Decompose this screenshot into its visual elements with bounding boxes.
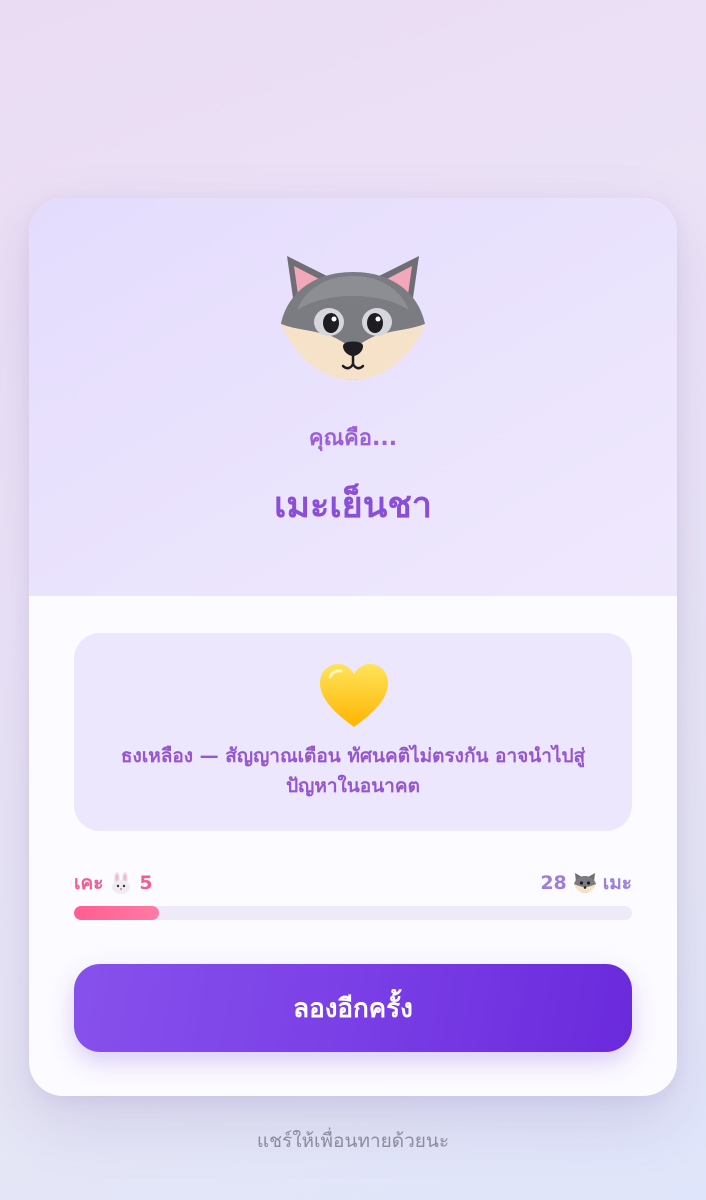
seme-label: เมะ	[602, 872, 632, 894]
score-progress-fill	[74, 906, 159, 920]
result-description-box: ธงเหลือง — สัญญาณเตือน ทัศนคติไม่ตรงกัน …	[74, 633, 632, 831]
result-title: เมะเย็นชา	[273, 485, 433, 526]
uke-value: 5	[139, 872, 153, 894]
uke-score: เคะ 5	[74, 868, 153, 898]
share-text: แชร์ให้เพื่อนทายด้วยนะ	[256, 1130, 450, 1152]
seme-score: 28 เมะ	[540, 868, 632, 898]
result-description: ธงเหลือง — สัญญาณเตือน ทัศนคติไม่ตรงกัน …	[120, 745, 586, 797]
rabbit-face-icon	[112, 872, 131, 894]
result-hero: คุณคือ... เมะเย็นชา	[29, 198, 677, 596]
wolf-face-icon	[573, 873, 596, 893]
score-row: เคะ 5 28 เมะ	[74, 868, 632, 898]
yellow-heart-icon	[320, 664, 388, 727]
uke-label: เคะ	[74, 872, 104, 894]
wolf-face-icon	[281, 256, 425, 380]
seme-value: 28	[540, 872, 567, 894]
score-progress-bar	[74, 906, 632, 920]
result-pre-title: คุณคือ...	[308, 426, 398, 451]
result-card: คุณคือ... เมะเย็นชา ธงเหลือง — สัญญาณเตื…	[29, 198, 677, 1096]
retry-button[interactable]: ลองอีกครั้ง	[74, 964, 632, 1052]
